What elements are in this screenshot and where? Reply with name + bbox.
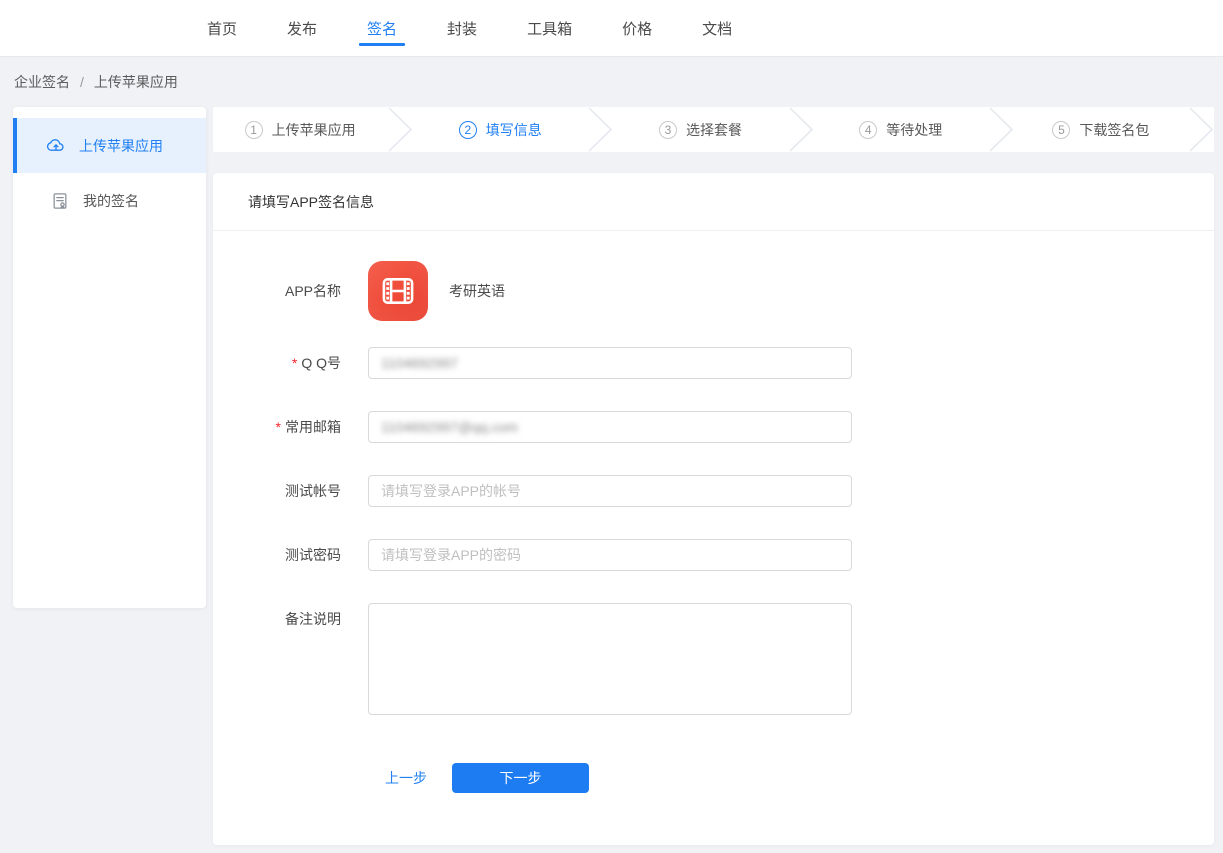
sidebar: 上传苹果应用 我的签名 xyxy=(13,107,206,608)
step-separator-chevron-icon xyxy=(788,107,814,152)
nav-item-toolbox[interactable]: 工具箱 xyxy=(511,0,588,56)
sidebar-item-label: 上传苹果应用 xyxy=(79,136,163,156)
test-account-input-wrap xyxy=(368,475,852,507)
email-label: *常用邮箱 xyxy=(213,411,341,443)
step-1-upload: 1 上传苹果应用 xyxy=(213,107,387,152)
main-nav: 首页 发布 签名 封装 工具箱 价格 文档 xyxy=(191,0,748,56)
step-2-fill-info: 2 填写信息 xyxy=(413,107,587,152)
previous-step-link[interactable]: 上一步 xyxy=(385,768,427,788)
test-account-label: 测试帐号 xyxy=(213,475,341,507)
app-name-row: APP名称 xyxy=(213,261,1214,321)
sidebar-item-my-signatures[interactable]: 我的签名 xyxy=(13,173,206,228)
nav-item-sign[interactable]: 签名 xyxy=(351,0,413,56)
step-label: 上传苹果应用 xyxy=(272,120,356,140)
signature-doc-icon xyxy=(50,191,70,211)
qq-input[interactable]: 1104692997 xyxy=(368,347,852,379)
step-label: 填写信息 xyxy=(486,120,542,140)
step-number-badge: 1 xyxy=(245,121,263,139)
app-name-value: 考研英语 xyxy=(449,281,505,301)
nav-item-package[interactable]: 封装 xyxy=(431,0,493,56)
top-navigation-bar: 首页 发布 签名 封装 工具箱 价格 文档 xyxy=(0,0,1223,57)
remark-label: 备注说明 xyxy=(213,603,341,635)
sign-info-form: APP名称 xyxy=(213,231,1214,793)
sign-info-panel: 请填写APP签名信息 APP名称 xyxy=(213,173,1214,845)
panel-title: 请填写APP签名信息 xyxy=(213,173,1214,231)
breadcrumb-enterprise-sign[interactable]: 企业签名 xyxy=(14,72,70,92)
test-account-row: 测试帐号 xyxy=(213,475,1214,507)
main-column: 1 上传苹果应用 2 填写信息 3 选择套餐 4 等待处理 xyxy=(213,107,1214,845)
nav-item-docs[interactable]: 文档 xyxy=(686,0,748,56)
remark-textarea[interactable] xyxy=(368,603,852,715)
next-step-button[interactable]: 下一步 xyxy=(452,763,589,793)
step-separator-chevron-icon xyxy=(988,107,1014,152)
step-separator-chevron-icon xyxy=(587,107,613,152)
email-row: *常用邮箱 1104692997@qq.com xyxy=(213,411,1214,443)
nav-item-price[interactable]: 价格 xyxy=(606,0,668,56)
remark-row: 备注说明 xyxy=(213,603,1214,720)
cloud-upload-icon xyxy=(46,136,66,156)
nav-item-publish[interactable]: 发布 xyxy=(271,0,333,56)
step-4-waiting: 4 等待处理 xyxy=(814,107,988,152)
breadcrumb: 企业签名 / 上传苹果应用 xyxy=(0,57,1223,107)
step-wizard: 1 上传苹果应用 2 填写信息 3 选择套餐 4 等待处理 xyxy=(213,107,1214,152)
email-value-redacted: 1104692997@qq.com xyxy=(381,419,518,435)
step-label: 等待处理 xyxy=(886,120,942,140)
step-3-choose-plan: 3 选择套餐 xyxy=(613,107,787,152)
qq-value-redacted: 1104692997 xyxy=(381,355,458,371)
qq-label: *Q Q号 xyxy=(213,347,341,379)
film-app-icon xyxy=(368,261,428,321)
nav-item-home[interactable]: 首页 xyxy=(191,0,253,56)
sidebar-item-label: 我的签名 xyxy=(83,191,139,211)
breadcrumb-separator: / xyxy=(80,74,84,90)
test-password-row: 测试密码 xyxy=(213,539,1214,571)
step-number-badge: 4 xyxy=(859,121,877,139)
step-label: 选择套餐 xyxy=(686,120,742,140)
app-name-value-wrap: 考研英语 xyxy=(368,261,505,321)
breadcrumb-upload-apple-app: 上传苹果应用 xyxy=(94,72,178,92)
sidebar-item-upload-apple-app[interactable]: 上传苹果应用 xyxy=(13,118,206,173)
step-separator-chevron-icon xyxy=(1188,107,1214,152)
step-5-download: 5 下载签名包 xyxy=(1014,107,1188,152)
step-label: 下载签名包 xyxy=(1079,120,1149,140)
form-actions: 上一步 下一步 xyxy=(213,763,1214,793)
test-account-input[interactable] xyxy=(381,483,839,499)
test-password-label: 测试密码 xyxy=(213,539,341,571)
step-number-badge: 3 xyxy=(659,121,677,139)
test-password-input[interactable] xyxy=(381,547,839,563)
step-number-badge: 2 xyxy=(459,121,477,139)
required-mark: * xyxy=(276,419,281,435)
required-mark: * xyxy=(292,355,297,371)
email-input[interactable]: 1104692997@qq.com xyxy=(368,411,852,443)
step-separator-chevron-icon xyxy=(387,107,413,152)
app-name-label: APP名称 xyxy=(213,275,341,307)
step-number-badge: 5 xyxy=(1052,121,1070,139)
qq-row: *Q Q号 1104692997 xyxy=(213,347,1214,379)
page: 首页 发布 签名 封装 工具箱 价格 文档 企业签名 / 上传苹果应用 上传苹果… xyxy=(0,0,1223,853)
test-password-input-wrap xyxy=(368,539,852,571)
